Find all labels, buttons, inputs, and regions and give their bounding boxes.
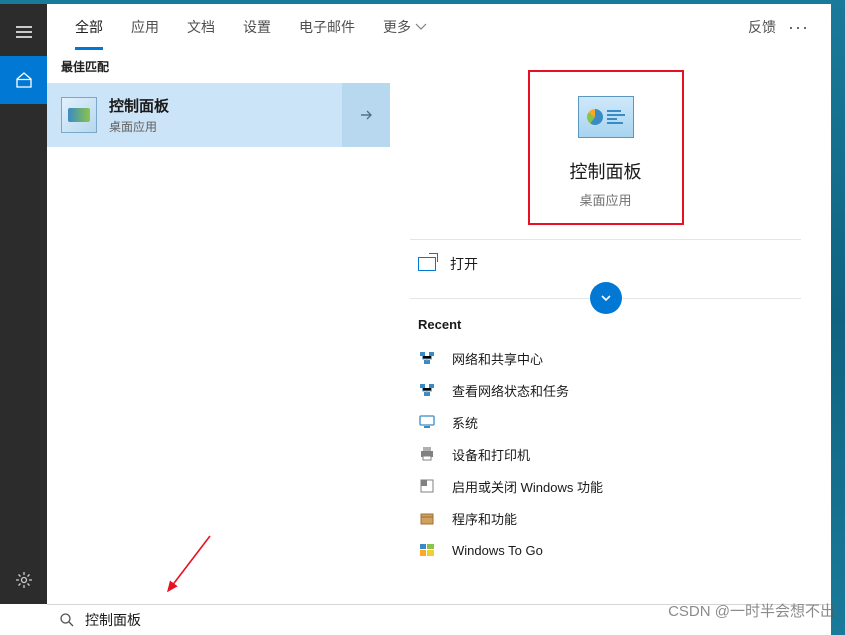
control-panel-icon	[61, 97, 97, 133]
recent-item-programs-features[interactable]: 程序和功能	[418, 502, 793, 534]
preview-title: 控制面板	[540, 158, 672, 184]
recent-item-label: 网络和共享中心	[452, 349, 543, 368]
network-icon	[418, 381, 436, 399]
tab-settings[interactable]: 设置	[229, 4, 285, 50]
recent-item-windows-to-go[interactable]: Windows To Go	[418, 534, 793, 566]
package-icon	[418, 509, 436, 527]
recent-item-network-center[interactable]: 网络和共享中心	[418, 342, 793, 374]
recent-item-network-status[interactable]: 查看网络状态和任务	[418, 374, 793, 406]
open-action[interactable]: 打开	[390, 240, 821, 288]
monitor-icon	[418, 413, 436, 431]
recent-title: Recent	[390, 317, 821, 342]
tab-all[interactable]: 全部	[61, 4, 117, 50]
tab-docs[interactable]: 文档	[173, 4, 229, 50]
open-label: 打开	[450, 254, 478, 274]
search-tabs: 全部 应用 文档 设置 电子邮件 更多 反馈 ···	[47, 4, 831, 50]
tab-more[interactable]: 更多	[369, 4, 441, 50]
tab-more-label: 更多	[383, 4, 411, 50]
expand-toggle[interactable]	[590, 282, 622, 314]
recent-item-label: Windows To Go	[452, 543, 543, 558]
result-subtitle: 桌面应用	[109, 118, 376, 135]
recent-item-devices-printers[interactable]: 设备和打印机	[418, 438, 793, 470]
home-icon[interactable]	[0, 56, 47, 104]
chevron-down-icon	[415, 23, 427, 31]
tab-email[interactable]: 电子邮件	[285, 4, 369, 50]
recent-item-label: 查看网络状态和任务	[452, 381, 569, 400]
windows-icon	[418, 541, 436, 559]
recent-item-system[interactable]: 系统	[418, 406, 793, 438]
printer-icon	[418, 445, 436, 463]
settings-icon[interactable]	[0, 556, 47, 604]
recent-item-label: 启用或关闭 Windows 功能	[452, 477, 603, 496]
recent-item-windows-features[interactable]: 启用或关闭 Windows 功能	[418, 470, 793, 502]
recent-item-label: 设备和打印机	[452, 445, 530, 464]
result-title: 控制面板	[109, 95, 376, 116]
recent-item-label: 系统	[452, 413, 478, 432]
open-icon	[418, 257, 436, 271]
preview-column: 控制面板 桌面应用 打开 Recent 网络和共享中心	[390, 50, 831, 604]
tab-apps[interactable]: 应用	[117, 4, 173, 50]
more-options-icon[interactable]: ···	[788, 17, 809, 38]
preview-hero: 控制面板 桌面应用	[528, 70, 684, 225]
best-match-label: 最佳匹配	[47, 50, 390, 83]
features-icon	[418, 477, 436, 495]
result-expand-arrow[interactable]	[342, 83, 390, 147]
hamburger-icon[interactable]	[0, 8, 47, 56]
left-rail	[0, 4, 47, 604]
preview-subtitle: 桌面应用	[540, 190, 672, 209]
search-icon	[59, 612, 75, 628]
recent-item-label: 程序和功能	[452, 509, 517, 528]
chevron-down-icon	[599, 291, 613, 305]
feedback-link[interactable]: 反馈	[748, 17, 776, 37]
watermark: CSDN @一时半会想不出	[668, 600, 835, 621]
results-column: 最佳匹配 控制面板 桌面应用	[47, 50, 390, 604]
network-icon	[418, 349, 436, 367]
result-control-panel[interactable]: 控制面板 桌面应用	[47, 83, 390, 147]
control-panel-icon	[578, 96, 634, 138]
